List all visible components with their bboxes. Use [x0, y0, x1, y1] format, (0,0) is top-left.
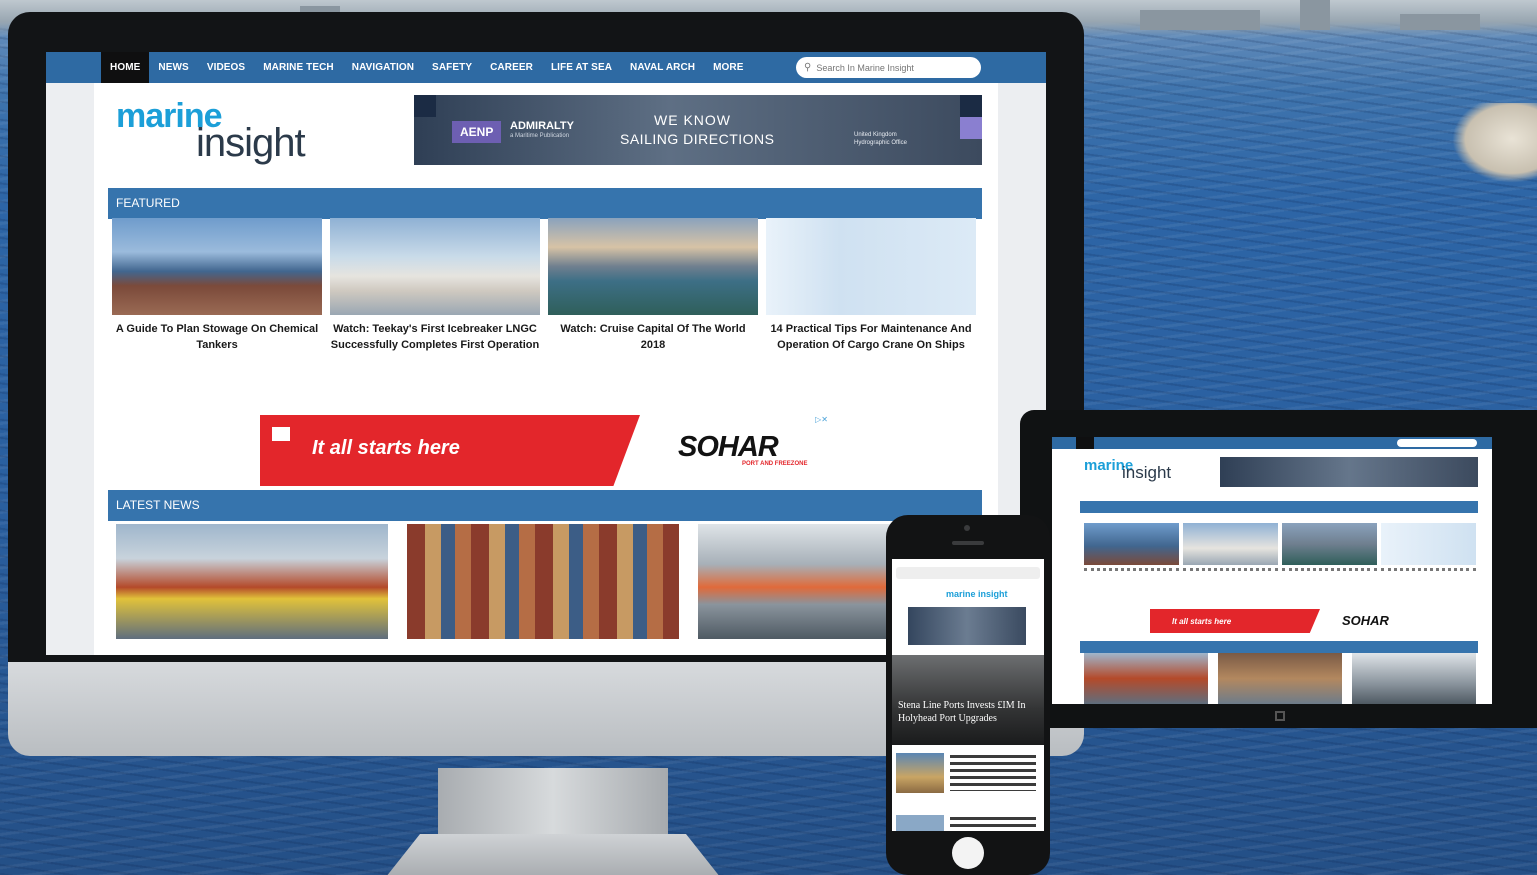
section-featured: FEATURED [108, 188, 982, 219]
main-navbar: HOME NEWS VIDEOS MARINE TECH NAVIGATION … [46, 52, 1046, 83]
logo-part-insight: insight [196, 121, 306, 165]
tablet-thumb[interactable] [1282, 523, 1377, 565]
boat-background [1452, 103, 1537, 183]
phone-list-item[interactable] [896, 815, 1040, 831]
nav-item-safety[interactable]: SAFETY [423, 52, 481, 83]
speaker-icon [952, 541, 984, 545]
latest-thumb-workers[interactable] [116, 524, 388, 639]
latest-news-grid [116, 524, 982, 644]
featured-card[interactable]: 14 Practical Tips For Maintenance And Op… [766, 218, 976, 353]
ad-brand-sub: a Maritime Publication [510, 133, 570, 139]
featured-thumb-icebreaker[interactable] [330, 218, 540, 315]
tablet-latest-thumb[interactable] [1352, 653, 1476, 704]
nav-item-naval-arch[interactable]: NAVAL ARCH [621, 52, 704, 83]
nav-item-career[interactable]: CAREER [481, 52, 542, 83]
ad-headline-1: WE KNOW [654, 112, 731, 128]
phone-device: marine insight Stena Line Ports Invests … [886, 515, 1050, 875]
featured-thumb-tanker[interactable] [112, 218, 322, 315]
ad-slogan: It all starts here [312, 437, 460, 459]
ad-brand-sub: PORT AND FREEZONE [742, 461, 808, 467]
tablet-search-input[interactable] [1397, 439, 1477, 447]
search-input[interactable] [816, 62, 967, 73]
flag-icon [272, 427, 290, 441]
tablet-thumb[interactable] [1183, 523, 1278, 565]
nav-item-life-at-sea[interactable]: LIFE AT SEA [542, 52, 621, 83]
ad-headline-2: SAILING DIRECTIONS [620, 131, 775, 147]
phone-screen: marine insight Stena Line Ports Invests … [892, 559, 1044, 831]
phone-list-item[interactable] [896, 753, 1040, 801]
featured-thumb-cruise-city[interactable] [548, 218, 758, 315]
nav-item-videos[interactable]: VIDEOS [198, 52, 254, 83]
ad-brand-sohar: SOHAR [678, 431, 779, 463]
camera-icon [964, 525, 970, 531]
phone-banner-ad[interactable] [908, 607, 1026, 645]
tablet-banner-ad[interactable] [1220, 457, 1478, 487]
nav-item-news[interactable]: NEWS [149, 52, 197, 83]
tablet-latest-thumb[interactable] [1084, 653, 1208, 704]
featured-title[interactable]: Watch: Cruise Capital Of The World 2018 [548, 321, 758, 353]
tablet-section-latest [1080, 641, 1478, 653]
tablet-logo-2: insight [1122, 463, 1172, 482]
featured-title[interactable]: 14 Practical Tips For Maintenance And Op… [766, 321, 976, 353]
featured-thumb-cargo-crane-diagram[interactable] [766, 218, 976, 315]
ad-strip-sohar[interactable]: It all starts here SOHAR PORT AND FREEZO… [260, 415, 828, 486]
featured-card[interactable]: Watch: Cruise Capital Of The World 2018 [548, 218, 758, 353]
monitor-stand [438, 768, 668, 838]
phone-hero-title[interactable]: Stena Line Ports Invests £IM In Holyhead… [898, 699, 1038, 725]
tablet-latest-thumb[interactable] [1218, 653, 1342, 704]
tablet-thumb[interactable] [1084, 523, 1179, 565]
site-logo[interactable]: marine insight [116, 91, 326, 171]
search-box: ⚲ [796, 57, 981, 78]
banner-ad-admiralty[interactable]: AENP ADMIRALTY a Maritime Publication WE… [414, 95, 982, 165]
phone-url-bar[interactable] [896, 567, 1040, 579]
phone-home-button[interactable] [952, 837, 984, 869]
phone-logo: marine insight [946, 589, 1008, 599]
tablet-section-featured [1080, 501, 1478, 513]
featured-card[interactable]: Watch: Teekay's First Icebreaker LNGC Su… [330, 218, 540, 353]
nav-item-navigation[interactable]: NAVIGATION [343, 52, 423, 83]
tablet-device: marine insight It all starts here SOHAR [1020, 410, 1537, 728]
nav-item-more[interactable]: MORE [704, 52, 752, 83]
windows-icon[interactable] [1275, 711, 1285, 721]
tablet-ad-slogan: It all starts here [1172, 617, 1232, 626]
nav-item-marine-tech[interactable]: MARINE TECH [254, 52, 343, 83]
tablet-navbar [1052, 437, 1492, 449]
featured-card[interactable]: A Guide To Plan Stowage On Chemical Tank… [112, 218, 322, 353]
latest-thumb-containers[interactable] [407, 524, 679, 639]
tablet-ad-brand: SOHAR [1342, 613, 1389, 628]
ad-choices-icon[interactable]: ▷✕ [815, 415, 828, 424]
featured-title[interactable]: A Guide To Plan Stowage On Chemical Tank… [112, 321, 322, 353]
tablet-thumb[interactable] [1381, 523, 1476, 565]
monitor-stand-foot [378, 834, 728, 875]
featured-grid: A Guide To Plan Stowage On Chemical Tank… [112, 218, 980, 378]
ad-brand: ADMIRALTY [510, 120, 574, 132]
featured-title[interactable]: Watch: Teekay's First Icebreaker LNGC Su… [330, 321, 540, 353]
tablet-screen: marine insight It all starts here SOHAR [1052, 437, 1492, 704]
search-icon[interactable]: ⚲ [804, 62, 811, 73]
ad-office: United Kingdom Hydrographic Office [854, 132, 907, 146]
section-latest-news: LATEST NEWS [108, 490, 982, 521]
nav-item-home[interactable]: HOME [101, 52, 150, 83]
ad-tag: AENP [452, 121, 502, 143]
